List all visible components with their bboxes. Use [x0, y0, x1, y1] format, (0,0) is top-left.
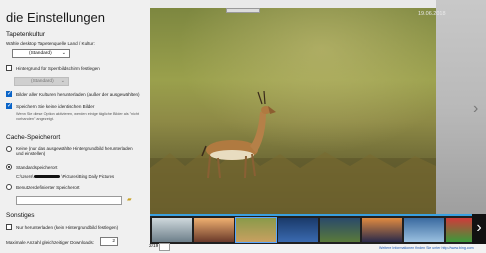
only-download-checkbox[interactable] [6, 224, 12, 230]
section-heading-cache: Cache-Speicherort [6, 134, 61, 141]
only-download-label: Nur herunterladen (kein Hintergrundbild … [16, 225, 119, 230]
all-cultures-label: Bilder aller Kulturen herunterladen (auß… [16, 92, 140, 97]
section-heading-tapetenkultur: Tapetenkultur [6, 31, 46, 38]
lock-screen-select-value: (Standard) [31, 79, 54, 84]
chevron-down-icon: ⌄ [61, 50, 66, 56]
source-label: Wähle desktop Tapetenquelle Land / Kultu… [6, 41, 95, 46]
custom-path-input[interactable] [16, 196, 122, 205]
cache-default-radio[interactable] [6, 164, 12, 170]
thumb-sunset[interactable] [362, 218, 402, 242]
lock-screen-label: Hintergrund für Sperrbildschirm festlege… [16, 66, 100, 71]
thumb-river[interactable] [320, 218, 360, 242]
settings-panel: die Einstellungen Tapetenkultur Wähle de… [0, 0, 150, 253]
cache-none-label: Keine (nur das ausgewählte Hintergrundbi… [16, 146, 133, 157]
page-indicator: 2/19 [149, 244, 159, 249]
thumbnail-scroll-right-icon[interactable]: › [472, 214, 486, 244]
cache-default-label: Standardspeicherort [16, 165, 58, 170]
thumbnail-strip [150, 216, 486, 244]
next-image-arrow-icon[interactable]: › [473, 100, 478, 118]
path-prefix: C:\Users\ [16, 174, 34, 179]
thumb-mountain[interactable] [152, 218, 192, 242]
bing-info-link[interactable]: Weitere Informationen finden Sie unter h… [379, 246, 474, 250]
all-cultures-checkbox[interactable] [6, 90, 12, 97]
section-heading-misc: Sonstiges [6, 212, 35, 219]
page-indicator-box [159, 243, 170, 251]
thumb-gerenuk[interactable] [235, 217, 277, 243]
cache-default-path: C:\Users\ \Pictures\Bing Daily Pictures [16, 174, 114, 179]
max-downloads-input[interactable]: 2 [100, 237, 118, 246]
cache-custom-label: Benutzerdefinierter Speicherort [16, 185, 80, 190]
max-downloads-label: Maximale Anzahl gleichzeitiger Downloads… [6, 240, 95, 245]
identical-images-hint: Wenn Sie diese Option aktivieren, werden… [16, 112, 140, 121]
identical-images-checkbox[interactable] [6, 102, 12, 109]
thumb-valley[interactable] [194, 218, 234, 242]
chevron-down-icon: ⌄ [60, 78, 65, 84]
source-select-value: (Standard) [29, 51, 52, 56]
drag-handle[interactable] [226, 8, 260, 13]
side-panel-strip [436, 0, 486, 216]
wallpaper-preview [150, 8, 436, 214]
cache-none-radio[interactable] [6, 146, 12, 152]
folder-icon[interactable]: ▰ [127, 196, 132, 203]
page-title: die Einstellungen [6, 10, 106, 25]
redacted-username [34, 175, 61, 179]
identical-images-label: Speichern Sie keine identischen Bilder [16, 104, 95, 109]
thumb-lake[interactable] [278, 218, 318, 242]
path-suffix: \Pictures\Bing Daily Pictures [61, 174, 115, 179]
cache-custom-radio[interactable] [6, 184, 12, 190]
source-select[interactable]: (Standard) ⌄ [12, 49, 70, 58]
lock-screen-select[interactable]: (Standard) ⌄ [14, 77, 69, 86]
thumb-blue-cliffs[interactable] [404, 218, 444, 242]
image-date: 19.06.2018 [418, 11, 446, 17]
gerenuk-photo [150, 8, 436, 214]
lock-screen-checkbox[interactable] [6, 65, 12, 71]
